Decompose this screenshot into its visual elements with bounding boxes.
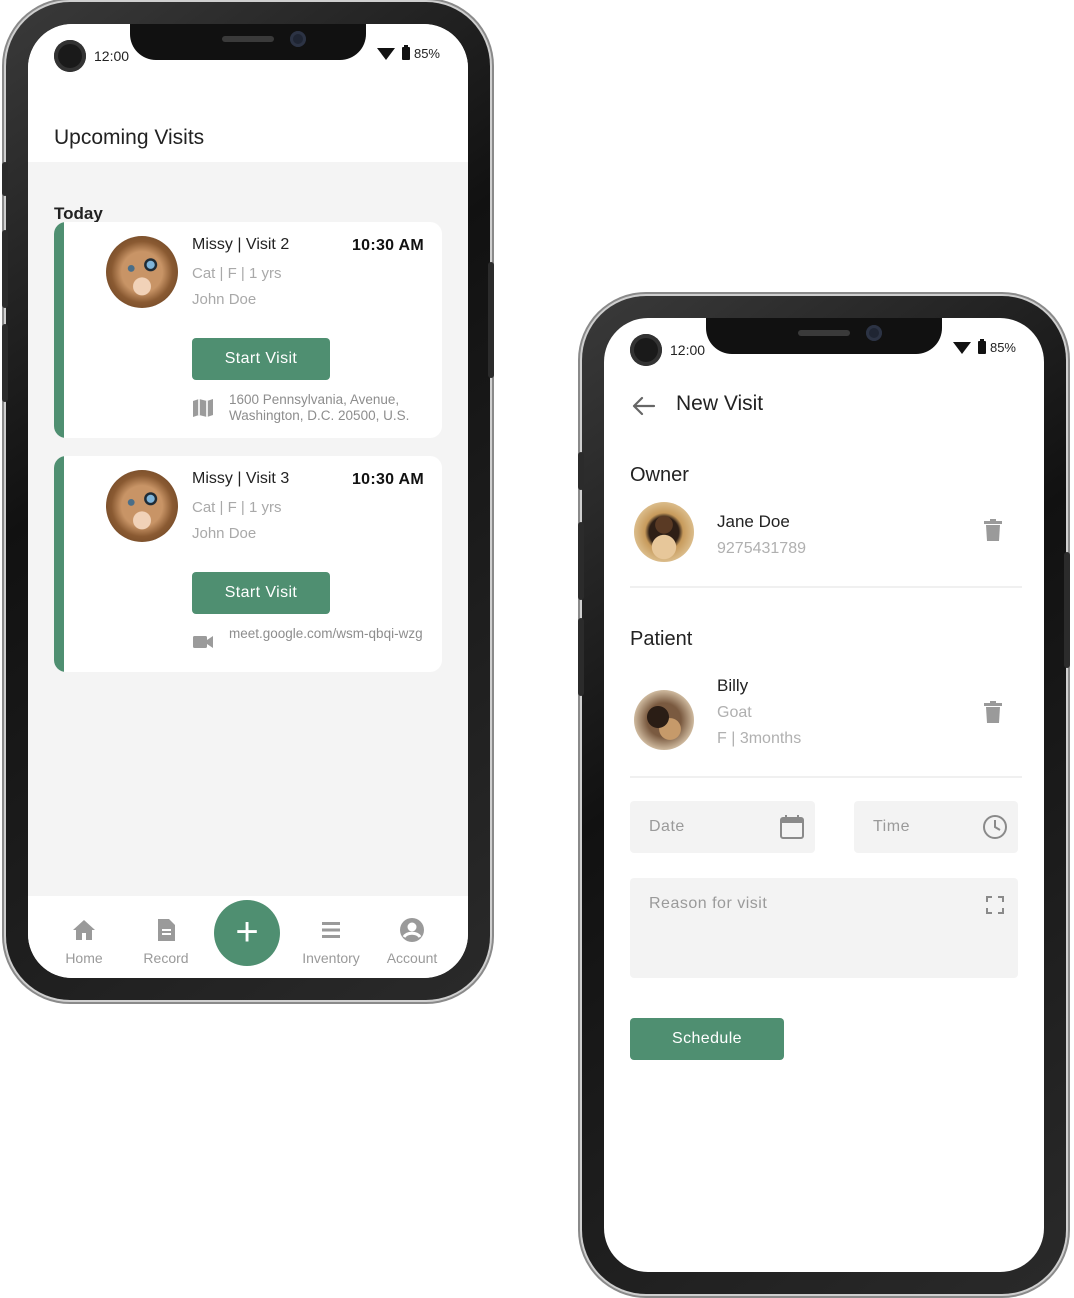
date-field[interactable]: Date — [630, 801, 815, 853]
pet-avatar — [106, 470, 178, 542]
visit-time: 10:30 AM — [351, 471, 424, 488]
phone-upcoming-visits: 12:00 85% Upcoming Visits Today Missy | … — [2, 2, 494, 1000]
divider — [630, 586, 1022, 588]
reason-placeholder: Reason for visit — [649, 895, 768, 912]
time-field[interactable]: Time — [854, 801, 1018, 853]
divider — [630, 776, 1022, 778]
home-icon — [73, 920, 95, 940]
owner-name: John Doe — [192, 291, 257, 308]
document-icon — [158, 919, 175, 941]
notch — [130, 24, 366, 60]
screen: 12:00 85% Upcoming Visits Today Missy | … — [28, 24, 468, 978]
delete-owner-icon[interactable] — [984, 519, 1002, 541]
reason-for-visit-input[interactable]: Reason for visit — [630, 878, 1018, 978]
battery-level: 85% — [989, 340, 1016, 355]
card-accent — [54, 456, 64, 672]
nav-account[interactable]: Account — [372, 916, 452, 966]
battery-icon — [401, 45, 410, 60]
phone-new-visit: 12:00 85% New Visit Owner Jane Doe 92754… — [578, 296, 1070, 1294]
owner-heading: Owner — [630, 464, 689, 486]
owner-name: Jane Doe — [717, 512, 790, 531]
pet-details: Cat | F | 1 yrs — [192, 265, 282, 282]
volume-up-button — [578, 522, 584, 600]
calendar-icon[interactable] — [779, 814, 805, 840]
power-button — [1064, 552, 1070, 668]
delete-patient-icon[interactable] — [984, 701, 1002, 723]
bottom-navigation: Home Record + Inventory Account — [28, 896, 468, 978]
volume-down-button — [2, 324, 8, 402]
patient-species: Goat — [717, 704, 752, 721]
mute-switch — [578, 452, 584, 490]
volume-down-button — [578, 618, 584, 696]
status-time: 12:00 — [94, 48, 130, 64]
power-button — [488, 262, 494, 378]
status-icons: 85% — [952, 339, 1016, 355]
nav-label: Record — [143, 950, 189, 966]
screen: 12:00 85% New Visit Owner Jane Doe 92754… — [604, 318, 1044, 1272]
nav-label: Inventory — [302, 950, 360, 966]
camera-icon — [630, 334, 662, 366]
visit-title: Missy | Visit 2 — [192, 236, 290, 253]
account-icon — [400, 918, 424, 942]
pet-avatar — [106, 236, 178, 308]
visit-meeting-link[interactable]: meet.google.com/wsm-qbqi-wzg — [229, 626, 429, 642]
card-accent — [54, 222, 64, 438]
battery-icon — [977, 339, 986, 354]
expand-icon[interactable] — [986, 896, 1004, 914]
visit-location: 1600 Pennsylvania, Avenue, Washington, D… — [229, 392, 410, 423]
owner-avatar — [634, 502, 694, 562]
clock-icon[interactable] — [982, 814, 1008, 840]
time-placeholder: Time — [873, 818, 910, 835]
wifi-icon — [952, 341, 971, 354]
patient-name: Billy — [717, 676, 749, 695]
battery-level: 85% — [413, 46, 440, 61]
pet-details: Cat | F | 1 yrs — [192, 499, 282, 516]
page-title: Upcoming Visits — [54, 126, 205, 149]
video-icon — [193, 636, 213, 648]
page-title: New Visit — [676, 392, 764, 415]
notch — [706, 318, 942, 354]
date-placeholder: Date — [649, 818, 685, 835]
nav-label: Home — [65, 950, 103, 966]
start-visit-button[interactable]: Start Visit — [192, 338, 330, 380]
section-heading-today: Today — [54, 204, 103, 223]
add-visit-button[interactable]: + — [214, 900, 280, 966]
camera-icon — [54, 40, 86, 72]
nav-home[interactable]: Home — [44, 916, 124, 966]
back-arrow-icon[interactable] — [630, 394, 658, 418]
visit-title: Missy | Visit 3 — [192, 470, 290, 487]
patient-details: F | 3months — [717, 730, 802, 747]
map-icon — [193, 399, 213, 417]
list-icon — [322, 922, 340, 938]
wifi-icon — [376, 47, 395, 60]
start-visit-button[interactable]: Start Visit — [192, 572, 330, 614]
nav-record[interactable]: Record — [126, 916, 206, 966]
mute-switch — [2, 162, 8, 196]
status-icons: 85% — [376, 45, 440, 61]
owner-name: John Doe — [192, 525, 257, 542]
status-time: 12:00 — [670, 342, 706, 358]
nav-label: Account — [386, 950, 438, 966]
visit-card[interactable]: Missy | Visit 3 10:30 AM Cat | F | 1 yrs… — [54, 456, 442, 672]
volume-up-button — [2, 230, 8, 308]
patient-heading: Patient — [630, 628, 693, 650]
patient-avatar — [634, 690, 694, 750]
nav-inventory[interactable]: Inventory — [291, 916, 371, 966]
visit-time: 10:30 AM — [351, 237, 424, 254]
schedule-button[interactable]: Schedule — [630, 1018, 784, 1060]
visit-card[interactable]: Missy | Visit 2 10:30 AM Cat | F | 1 yrs… — [54, 222, 442, 438]
owner-phone: 9275431789 — [717, 540, 806, 557]
